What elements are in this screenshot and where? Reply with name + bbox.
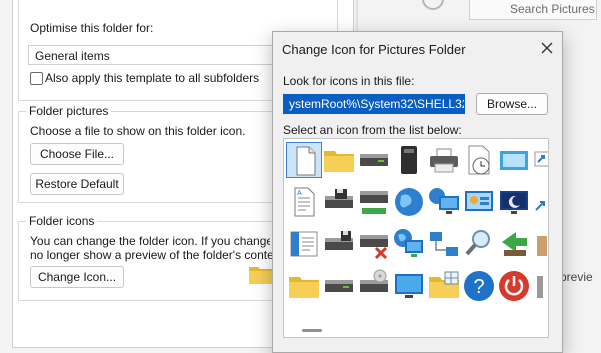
server-drive-icon[interactable]: [321, 268, 357, 304]
globe-monitor-icon[interactable]: [391, 226, 427, 262]
sleep-monitor-icon[interactable]: [496, 184, 532, 220]
globe-icon[interactable]: [391, 184, 427, 220]
refresh-icon[interactable]: [422, 0, 444, 10]
browse-button[interactable]: Browse...: [476, 93, 548, 115]
clock-document-icon[interactable]: [461, 142, 497, 178]
svg-text:?: ?: [473, 276, 484, 298]
device-icon[interactable]: [531, 268, 548, 304]
control-panel-icon[interactable]: [461, 184, 497, 220]
icon-file-path-input[interactable]: ystemRoot%\System32\SHELL32.dll: [283, 94, 465, 114]
floppy-drive-icon[interactable]: [321, 184, 357, 220]
optical-drive-icon[interactable]: [356, 268, 392, 304]
select-icon-label: Select an icon from the list below:: [283, 123, 462, 137]
close-icon[interactable]: [537, 38, 557, 58]
network-computers-icon[interactable]: [426, 226, 462, 262]
change-icon-button[interactable]: Change Icon...: [30, 266, 124, 288]
restore-default-button[interactable]: Restore Default: [30, 173, 124, 195]
drive-icon[interactable]: [356, 142, 392, 178]
printer-icon[interactable]: [426, 142, 462, 178]
device-icon[interactable]: [531, 226, 548, 262]
recycle-arrow-icon[interactable]: [496, 226, 532, 262]
folder-pictures-heading: Folder pictures: [26, 104, 112, 118]
apply-subfolders-checkbox[interactable]: [30, 72, 43, 85]
folder-icon[interactable]: [286, 268, 322, 304]
search-icon[interactable]: [461, 226, 497, 262]
network-monitor-icon[interactable]: [426, 184, 462, 220]
arrow-icon[interactable]: [531, 184, 548, 220]
folder-icons-description-line2: no longer show a preview of the folder's…: [30, 248, 294, 262]
folder-icons-heading: Folder icons: [26, 214, 98, 228]
choose-file-button[interactable]: Choose File...: [30, 143, 124, 165]
optimise-value: General items: [35, 49, 110, 63]
help-icon[interactable]: ?: [461, 268, 497, 304]
power-icon[interactable]: [496, 268, 532, 304]
optimise-label: Optimise this folder for:: [30, 21, 154, 35]
text-document-icon[interactable]: A: [286, 184, 322, 220]
image-folder-icon[interactable]: [426, 268, 462, 304]
shortcut-icon[interactable]: [531, 142, 548, 178]
search-placeholder: Search Pictures: [510, 2, 595, 16]
blank-document-icon[interactable]: [286, 142, 322, 178]
apply-subfolders-label: Also apply this template to all subfolde…: [45, 71, 260, 85]
folder-pictures-description: Choose a file to show on this folder ico…: [30, 124, 246, 138]
memory-chip-icon[interactable]: [391, 142, 427, 178]
floppy-disk-drive-icon[interactable]: [321, 226, 357, 262]
dialog-title: Change Icon for Pictures Folder: [282, 42, 466, 57]
folder-preview-icon: [248, 263, 274, 288]
look-for-icons-label: Look for icons in this file:: [283, 74, 415, 88]
disconnected-drive-icon[interactable]: [356, 226, 392, 262]
search-box[interactable]: Search Pictures: [469, 0, 597, 20]
icon-list[interactable]: A ?: [283, 138, 549, 338]
network-drive-icon[interactable]: [356, 184, 392, 220]
horizontal-scrollbar[interactable]: [302, 329, 322, 332]
preview-label: previe: [560, 270, 593, 284]
desktop-monitor-icon[interactable]: [391, 268, 427, 304]
window-icon[interactable]: [496, 142, 532, 178]
folder-icon[interactable]: [321, 142, 357, 178]
svg-text:A: A: [297, 190, 302, 197]
change-icon-dialog: Change Icon for Pictures Folder Look for…: [272, 31, 563, 353]
folder-icons-description-line1: You can change the folder icon. If you c…: [30, 234, 270, 248]
window-document-icon[interactable]: [286, 226, 322, 262]
